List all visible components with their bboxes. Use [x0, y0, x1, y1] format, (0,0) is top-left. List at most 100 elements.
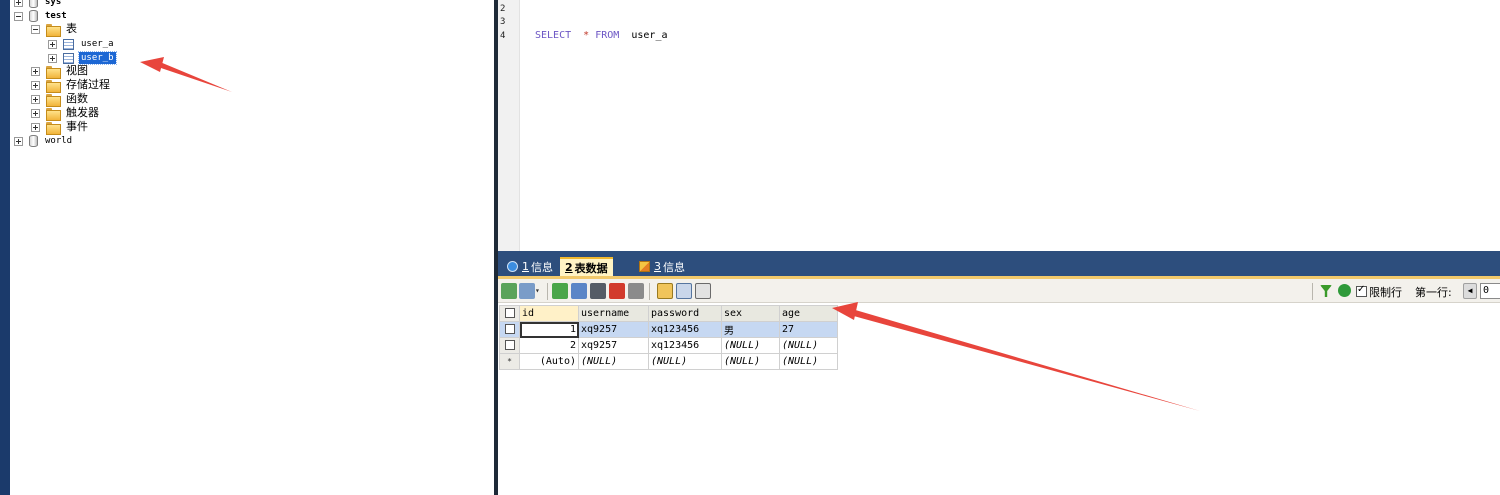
first-row-group: 第一行: [1415, 283, 1452, 300]
row-checkbox[interactable] [504, 340, 515, 350]
database-icon [29, 10, 38, 22]
tree-node-views-folder[interactable]: 视图 [31, 64, 90, 79]
table-row[interactable]: 2 xq9257 xq123456 (NULL) (NULL) [499, 337, 838, 354]
expand-icon[interactable] [14, 136, 23, 146]
cell-age[interactable]: 27 [779, 321, 838, 338]
cell-sex[interactable]: (NULL) [721, 353, 780, 370]
folder-icon [46, 93, 61, 107]
select-all-cell[interactable] [499, 305, 520, 322]
cell-id[interactable]: 1 [519, 321, 579, 338]
new-table-row[interactable]: * (Auto) (NULL) (NULL) (NULL) (NULL) [499, 353, 838, 370]
chevron-down-icon[interactable]: ▾ [535, 283, 543, 299]
object-browser-tree: sys test 表 user_a user_b 视图 存储过程 函数 触发器 [10, 0, 494, 495]
table-row[interactable]: 1 xq9257 xq123456 男 27 [499, 321, 838, 338]
cell-username[interactable]: xq9257 [578, 321, 649, 338]
results-toolbar: ▾ 限制行 第一行: ◀ 0 [498, 276, 1500, 303]
column-header-password[interactable]: password [648, 305, 722, 322]
tree-label: 函数 [66, 92, 88, 105]
info-icon [507, 261, 518, 272]
tab-label: 信息 [663, 260, 685, 274]
collapse-icon[interactable] [31, 24, 40, 34]
grid-header-row: id username password sex age [499, 305, 838, 322]
column-header-sex[interactable]: sex [721, 305, 780, 322]
tree-label: 表 [66, 22, 77, 35]
column-header-username[interactable]: username [578, 305, 649, 322]
form-view-icon[interactable] [676, 283, 692, 299]
query-editor[interactable]: 2 3 4 SELECT * FROM user_a [498, 0, 1500, 251]
select-all-checkbox[interactable] [504, 308, 515, 318]
expand-icon[interactable] [48, 39, 57, 49]
tree-node-user-b[interactable]: user_b [48, 51, 117, 65]
tree-label: test [45, 11, 67, 21]
tree-label: sys [45, 0, 62, 7]
duplicate-row-icon[interactable] [552, 283, 568, 299]
tree-node-sys[interactable]: sys [14, 0, 63, 9]
toolbar-separator [547, 283, 548, 300]
expand-icon[interactable] [31, 94, 40, 104]
folder-icon [46, 107, 61, 121]
sql-star: * [583, 30, 590, 41]
tab-number: 1 [522, 260, 529, 273]
tree-label: 存储过程 [66, 78, 110, 91]
expand-icon[interactable] [31, 108, 40, 118]
filter-icon[interactable] [1320, 285, 1332, 297]
expand-icon[interactable] [14, 0, 23, 7]
insert-row-icon[interactable] [501, 283, 517, 299]
cell-sex[interactable]: 男 [721, 321, 780, 338]
row-select-cell[interactable] [499, 321, 520, 338]
tree-node-functions-folder[interactable]: 函数 [31, 92, 90, 107]
cell-username[interactable]: xq9257 [578, 337, 649, 354]
folder-icon [46, 121, 61, 135]
row-checkbox[interactable] [504, 324, 515, 334]
expand-icon[interactable] [48, 53, 57, 63]
row-select-cell[interactable] [499, 337, 520, 354]
column-header-id[interactable]: id [519, 305, 579, 322]
limit-rows-checkbox[interactable] [1356, 284, 1367, 297]
column-header-age[interactable]: age [779, 305, 838, 322]
tree-node-world[interactable]: world [14, 134, 74, 148]
cell-sex[interactable]: (NULL) [721, 337, 780, 354]
database-icon [29, 135, 38, 147]
cell-password[interactable]: xq123456 [648, 321, 722, 338]
first-row-input[interactable]: 0 [1480, 283, 1500, 299]
tab-table-data[interactable]: 2 表数据 [560, 257, 613, 324]
tree-node-procedures-folder[interactable]: 存储过程 [31, 78, 112, 93]
tree-node-events-folder[interactable]: 事件 [31, 120, 90, 135]
previous-page-icon[interactable]: ◀ [1463, 283, 1477, 299]
expand-icon[interactable] [31, 66, 40, 76]
limit-rows-toggle[interactable]: 限制行 [1356, 283, 1402, 300]
save-icon[interactable] [590, 283, 606, 299]
cell-age[interactable]: (NULL) [779, 337, 838, 354]
code-line: SELECT * FROM user_a [535, 30, 668, 41]
tree-label: 视图 [66, 64, 88, 77]
tree-node-triggers-folder[interactable]: 触发器 [31, 106, 101, 121]
tree-label: user_a [81, 39, 114, 49]
sql-keyword: SELECT [535, 30, 572, 41]
cell-username[interactable]: (NULL) [578, 353, 649, 370]
tab-messages[interactable]: 3 信息 [634, 257, 690, 276]
table-icon [63, 38, 74, 50]
cell-password[interactable]: (NULL) [648, 353, 722, 370]
tree-node-test[interactable]: test [14, 9, 69, 23]
new-row-marker: * [499, 353, 520, 370]
sql-keyword: FROM [595, 30, 620, 41]
text-view-icon[interactable] [695, 283, 711, 299]
cell-password[interactable]: xq123456 [648, 337, 722, 354]
cell-id[interactable]: (Auto) [519, 353, 579, 370]
tree-node-tables-folder[interactable]: 表 [31, 22, 79, 37]
tab-number: 2 [565, 261, 573, 274]
refresh-row-icon[interactable] [571, 283, 587, 299]
line-number: 3 [500, 17, 506, 27]
cell-age[interactable]: (NULL) [779, 353, 838, 370]
collapse-icon[interactable] [14, 11, 23, 21]
grid-view-icon[interactable] [657, 283, 673, 299]
tree-node-user-a[interactable]: user_a [48, 37, 116, 51]
refresh-icon[interactable] [1338, 284, 1351, 297]
delete-icon[interactable] [609, 283, 625, 299]
add-row-dropdown-icon[interactable] [519, 283, 535, 299]
expand-icon[interactable] [31, 122, 40, 132]
tab-info[interactable]: 1 信息 [502, 257, 558, 276]
expand-icon[interactable] [31, 80, 40, 90]
cancel-icon[interactable] [628, 283, 644, 299]
cell-id[interactable]: 2 [519, 337, 579, 354]
